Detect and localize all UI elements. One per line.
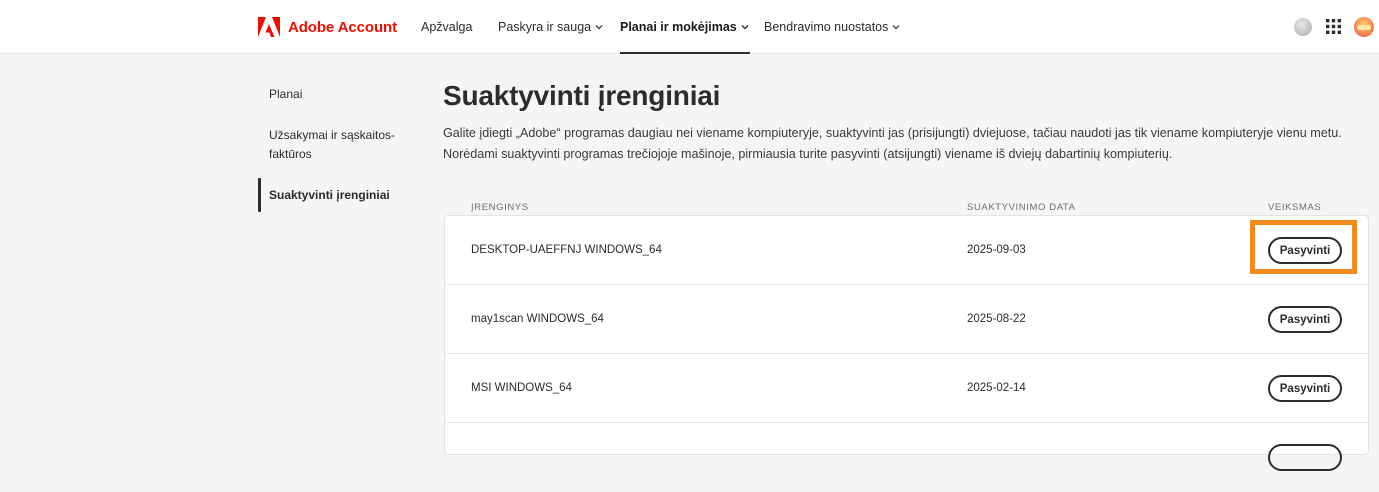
activation-date: 2025-09-03 — [967, 244, 1026, 256]
table-row: MSI WINDOWS_64 2025-02-14 Pasyvinti — [445, 354, 1368, 423]
device-name: may1scan WINDOWS_64 — [471, 313, 604, 325]
top-header: Adobe Account Apžvalga Paskyra ir sauga … — [0, 0, 1379, 54]
activation-date: 2025-08-22 — [967, 313, 1026, 325]
table-row — [445, 423, 1368, 492]
column-header-activation-date: SUAKTYVINIMO DATA — [967, 202, 1076, 213]
nav-communication-preferences[interactable]: Bendravimo nuostatos — [764, 0, 901, 54]
page-title: Suaktyvinti įrenginiai — [443, 80, 721, 111]
nav-communication-preferences-label: Bendravimo nuostatos — [764, 20, 889, 34]
user-avatar-icon[interactable] — [1354, 17, 1374, 37]
nav-account-security[interactable]: Paskyra ir sauga — [498, 0, 604, 54]
sidebar-item-orders-invoices[interactable]: Užsakymai ir sąskaitos-faktūros — [269, 126, 399, 164]
deactivate-button-partial[interactable] — [1268, 444, 1342, 471]
deactivate-button[interactable]: Pasyvinti — [1268, 375, 1342, 402]
nav-overview[interactable]: Apžvalga — [421, 0, 472, 54]
adobe-logo-icon — [258, 17, 280, 37]
brand-name: Adobe Account — [288, 18, 397, 36]
page-description: Galite įdiegti „Adobe“ programas daugiau… — [443, 126, 1342, 161]
activation-date: 2025-02-14 — [967, 382, 1026, 394]
chevron-down-icon — [741, 25, 749, 30]
sidebar-item-plans[interactable]: Planai — [269, 85, 409, 104]
brand-link[interactable]: Adobe Account — [258, 17, 397, 37]
device-name: MSI WINDOWS_64 — [471, 382, 572, 394]
status-circle-icon[interactable] — [1294, 18, 1312, 36]
chevron-down-icon — [595, 25, 603, 30]
sidebar-item-activated-devices[interactable]: Suaktyvinti įrenginiai — [269, 186, 409, 205]
nav-plans-payment[interactable]: Planai ir mokėjimas — [620, 0, 750, 54]
column-header-action: VEIKSMAS — [1268, 202, 1322, 213]
deactivate-button[interactable]: Pasyvinti — [1268, 306, 1342, 333]
deactivate-button[interactable]: Pasyvinti — [1268, 237, 1342, 264]
nav-overview-label: Apžvalga — [421, 20, 473, 34]
devices-table: DESKTOP-UAEFFNJ WINDOWS_64 2025-09-03 Pa… — [444, 215, 1369, 471]
column-header-device: ĮRENGINYS — [471, 202, 529, 213]
nav-plans-payment-label: Planai ir mokėjimas — [620, 20, 737, 34]
app-grid-icon[interactable] — [1326, 19, 1341, 34]
table-row: may1scan WINDOWS_64 2025-08-22 Pasyvinti — [445, 285, 1368, 354]
device-name: DESKTOP-UAEFFNJ WINDOWS_64 — [471, 244, 662, 256]
sidebar-active-indicator — [258, 178, 261, 212]
chevron-down-icon — [892, 25, 900, 30]
nav-account-security-label: Paskyra ir sauga — [498, 20, 592, 34]
table-row: DESKTOP-UAEFFNJ WINDOWS_64 2025-09-03 Pa… — [445, 216, 1368, 285]
